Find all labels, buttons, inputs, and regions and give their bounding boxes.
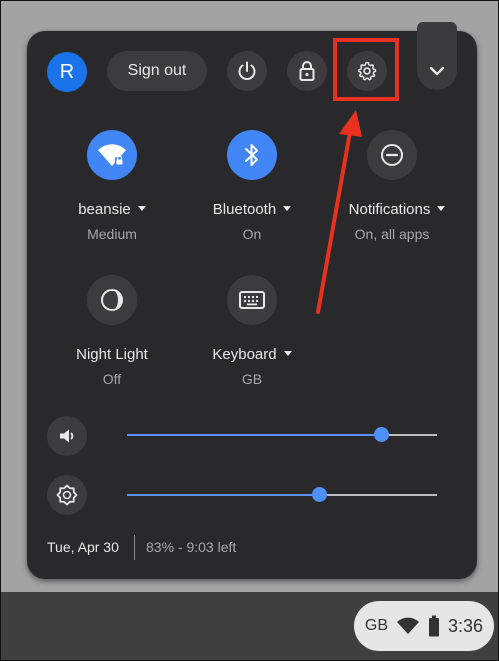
battery-icon [429, 615, 440, 637]
caret-down-icon [283, 205, 292, 211]
bluetooth-icon [245, 144, 258, 166]
avatar[interactable]: R [47, 52, 87, 92]
wifi-toggle[interactable] [87, 130, 137, 180]
power-button[interactable] [227, 51, 267, 91]
footer-divider [134, 535, 135, 560]
settings-highlight-box [333, 38, 399, 101]
keyboard-layout-indicator: GB [364, 617, 389, 634]
keyboard-icon [239, 291, 265, 309]
mute-button[interactable] [47, 416, 87, 456]
keyboard-label: Keyboard [212, 346, 277, 363]
battery-status: 83% - 9:03 left [146, 539, 237, 555]
wifi-icon [397, 617, 420, 634]
wifi-icon [98, 144, 126, 166]
bluetooth-status: On [242, 226, 262, 242]
bluetooth-toggle[interactable] [227, 130, 277, 180]
sign-out-button[interactable]: Sign out [107, 51, 207, 91]
lock-icon [299, 61, 315, 81]
night-light-status: Off [102, 371, 122, 387]
brightness-slider[interactable] [127, 487, 437, 502]
volume-icon [60, 429, 74, 443]
night-light-toggle[interactable] [87, 275, 137, 325]
caret-down-icon [283, 350, 292, 356]
wifi-network-label: beansie [78, 201, 131, 218]
notifications-menu-button[interactable]: Notifications [337, 201, 457, 218]
do-not-disturb-icon [381, 144, 403, 166]
date-button[interactable]: Tue, Apr 30 [47, 539, 119, 555]
caret-down-icon [137, 205, 146, 211]
brightness-slider-fill [127, 494, 320, 496]
notifications-status: On, all apps [354, 226, 430, 242]
collapse-button[interactable] [417, 22, 457, 90]
status-tray[interactable]: GB 3:36 [354, 601, 494, 651]
wifi-status: Medium [87, 226, 137, 242]
brightness-icon [56, 484, 78, 506]
keyboard-menu-button[interactable]: Keyboard [202, 346, 302, 363]
notifications-toggle[interactable] [367, 130, 417, 180]
keyboard-toggle[interactable] [227, 275, 277, 325]
volume-slider-fill [127, 434, 382, 436]
lock-button[interactable] [287, 51, 327, 91]
chevron-down-icon [429, 66, 445, 76]
bluetooth-label: Bluetooth [212, 201, 277, 218]
night-light-label: Night Light [76, 346, 148, 363]
clock: 3:36 [448, 615, 484, 636]
bluetooth-menu-button[interactable]: Bluetooth [202, 201, 302, 218]
wifi-network-button[interactable]: beansie [62, 201, 162, 218]
caret-down-icon [437, 205, 446, 211]
notifications-label: Notifications [348, 201, 431, 218]
power-icon [238, 61, 256, 80]
brightness-button[interactable] [47, 475, 87, 515]
night-light-icon [101, 289, 123, 311]
keyboard-status: GB [241, 371, 263, 387]
volume-slider[interactable] [127, 427, 437, 442]
